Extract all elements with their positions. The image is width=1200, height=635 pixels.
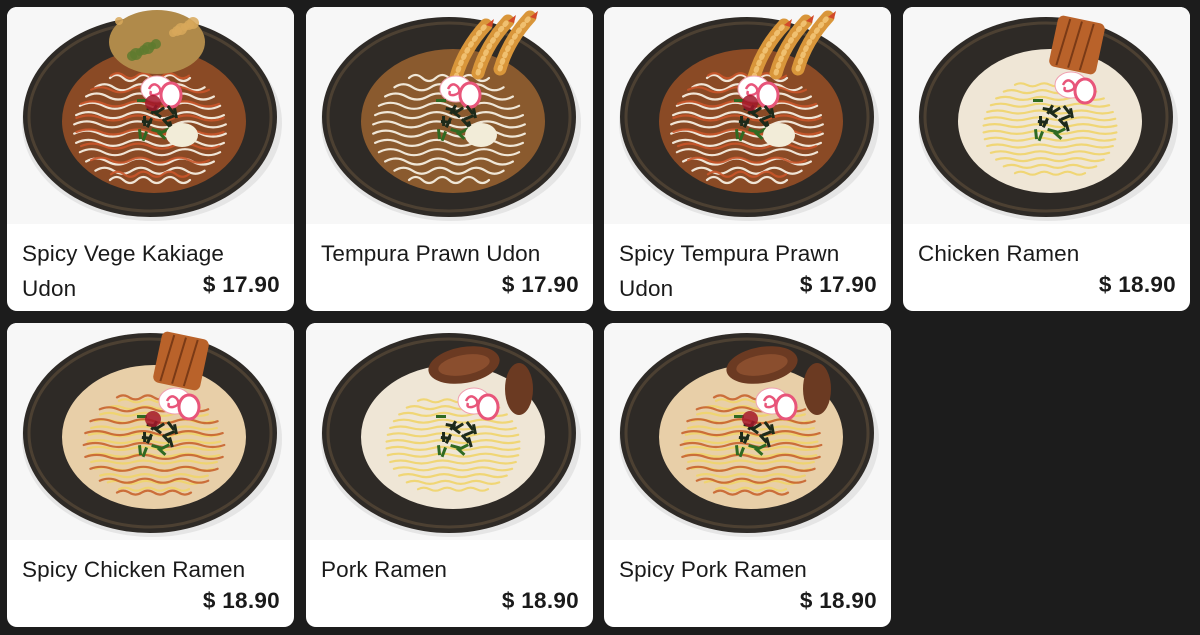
menu-item-price: $ 17.90	[202, 272, 280, 297]
menu-item-card[interactable]: Tempura Prawn Udon $ 17.90	[306, 7, 593, 311]
bowl-illustration	[604, 323, 891, 540]
broth	[62, 365, 246, 509]
menu-item-name: Spicy Chicken Ramen	[22, 557, 246, 582]
menu-item-name: Spicy Pork Ramen	[619, 557, 807, 582]
bowl-illustration	[7, 7, 294, 224]
bowl-illustration	[306, 7, 593, 224]
chili-threads	[145, 411, 161, 427]
chicken-ramen-photo	[903, 7, 1190, 224]
menu-item-info: Spicy Vege Kakiage Udon $ 17.90	[7, 224, 294, 311]
broth	[958, 49, 1142, 193]
menu-item-price: $ 17.90	[799, 272, 877, 297]
menu-item-price: $ 18.90	[501, 588, 579, 613]
grated-radish	[166, 123, 198, 147]
chili-threads	[742, 411, 758, 427]
menu-item-info: Spicy Chicken Ramen $ 18.90	[7, 540, 294, 627]
menu-item-card[interactable]: Spicy Tempura Prawn Udon $ 17.90	[604, 7, 891, 311]
menu-item-price: $ 17.90	[501, 272, 579, 297]
menu-item-card[interactable]: Spicy Pork Ramen $ 18.90	[604, 323, 891, 627]
menu-item-card[interactable]: Spicy Vege Kakiage Udon $ 17.90	[7, 7, 294, 311]
menu-item-price: $ 18.90	[799, 588, 877, 613]
menu-item-price: $ 18.90	[202, 588, 280, 613]
menu-grid: Spicy Vege Kakiage Udon $ 17.90 Tempura …	[0, 0, 1200, 635]
menu-item-info: Pork Ramen $ 18.90	[306, 540, 593, 627]
bowl-illustration	[7, 323, 294, 540]
menu-item-info: Spicy Pork Ramen $ 18.90	[604, 540, 891, 627]
menu-item-name: Pork Ramen	[321, 557, 448, 582]
menu-item-price: $ 18.90	[1098, 272, 1176, 297]
spicy-chicken-ramen-photo	[7, 323, 294, 540]
menu-item-card[interactable]: Pork Ramen $ 18.90	[306, 323, 593, 627]
spicy-vege-kakiage-udon-photo	[7, 7, 294, 224]
menu-item-info: Chicken Ramen $ 18.90	[903, 224, 1190, 311]
menu-item-info: Tempura Prawn Udon $ 17.90	[306, 224, 593, 311]
bowl-illustration	[604, 7, 891, 224]
menu-item-name: Chicken Ramen	[918, 241, 1080, 266]
kakiage-fritter	[109, 10, 205, 74]
pork-ramen-photo	[306, 323, 593, 540]
menu-item-card[interactable]: Spicy Chicken Ramen $ 18.90	[7, 323, 294, 627]
bowl-illustration	[903, 7, 1190, 224]
tempura-prawn-udon-photo	[306, 7, 593, 224]
spicy-pork-ramen-photo	[604, 323, 891, 540]
spicy-tempura-prawn-udon-photo	[604, 7, 891, 224]
chili-threads	[742, 95, 758, 111]
grated-radish	[763, 123, 795, 147]
grated-radish	[465, 123, 497, 147]
menu-item-info: Spicy Tempura Prawn Udon $ 17.90	[604, 224, 891, 311]
menu-item-name: Tempura Prawn Udon	[321, 241, 541, 266]
bowl-illustration	[306, 323, 593, 540]
chili-threads	[145, 95, 161, 111]
menu-item-card[interactable]: Chicken Ramen $ 18.90	[903, 7, 1190, 311]
